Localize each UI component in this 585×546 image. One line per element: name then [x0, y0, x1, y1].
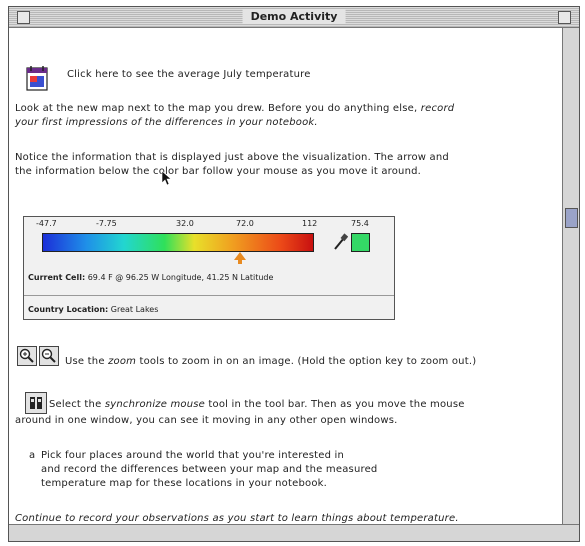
- color-legend-panel[interactable]: -47.7 -7.75 32.0 72.0 112 75.4 Current C…: [23, 216, 395, 320]
- sync-emphasis: synchronize mouse: [104, 399, 206, 410]
- activity-content: Click here to see the average July tempe…: [9, 28, 561, 524]
- tick-label: 112: [302, 219, 318, 228]
- current-cell-row: Current Cell: 69.4 F @ 96.25 W Longitude…: [28, 273, 273, 282]
- sync-mouse-button[interactable]: [25, 392, 47, 414]
- zoom-in-icon: [19, 348, 34, 363]
- bullet-line3: temperature map for these locations in y…: [41, 478, 328, 489]
- zoom-text-rest: tools to zoom in on an image. (Hold the …: [139, 356, 477, 367]
- para2-line2: the information below the color bar foll…: [15, 166, 422, 177]
- zoom-out-button[interactable]: [39, 346, 59, 366]
- tick-label: 72.0: [236, 219, 254, 228]
- zoom-text: Use the: [65, 356, 105, 367]
- mouse-pointer-icon: [161, 170, 171, 186]
- activity-window: Demo Activity Click here to see the aver…: [8, 6, 580, 542]
- close-box[interactable]: [17, 11, 30, 24]
- zoom-instructions: Use the zoom tools to zoom in on an imag…: [65, 356, 476, 367]
- country-location-row: Country Location: Great Lakes: [28, 305, 158, 314]
- para1-emphasis: record: [420, 103, 455, 114]
- para2-line1: Notice the information that is displayed…: [15, 152, 449, 163]
- closing-instruction: Continue to record your observations as …: [15, 513, 459, 524]
- current-cell-value: 69.4 F @ 96.25 W Longitude, 41.25 N Lati…: [87, 273, 274, 282]
- value-arrow-stem: [238, 260, 242, 264]
- zoom-out-icon: [41, 348, 56, 363]
- zoom-emphasis: zoom: [108, 356, 137, 367]
- sync-mouse-icon: [30, 397, 42, 409]
- tick-label: 32.0: [176, 219, 194, 228]
- swatch-value: 75.4: [351, 219, 369, 228]
- sync-text: Select the: [49, 399, 102, 410]
- country-location-value: Great Lakes: [110, 305, 159, 314]
- value-arrow-icon: [234, 252, 246, 260]
- zoom-in-button[interactable]: [17, 346, 37, 366]
- sync-line2: around in one window, you can see it mov…: [15, 415, 398, 426]
- bullet-marker: a: [29, 450, 36, 461]
- color-bar[interactable]: [42, 233, 314, 252]
- vertical-scroll-thumb[interactable]: [565, 208, 578, 228]
- tick-label: -47.7: [36, 219, 57, 228]
- title-bar[interactable]: Demo Activity: [9, 7, 579, 28]
- sync-text-rest: tool in the tool bar. Then as you move t…: [208, 399, 465, 410]
- current-cell-label: Current Cell:: [28, 273, 86, 282]
- horizontal-scrollbar[interactable]: [9, 524, 579, 541]
- country-location-label: Country Location:: [28, 305, 109, 314]
- vertical-scrollbar[interactable]: [562, 28, 579, 524]
- eyedropper-icon[interactable]: [332, 233, 348, 251]
- bullet-line2: and record the differences between your …: [41, 464, 378, 475]
- para1-line2: your first impressions of the difference…: [15, 117, 318, 128]
- tick-label: -7.75: [96, 219, 117, 228]
- para1-line1: Look at the new map next to the map you …: [15, 103, 454, 114]
- july-temperature-link[interactable]: Click here to see the average July tempe…: [67, 69, 311, 80]
- sync-line1: Select the synchronize mouse tool in the…: [49, 399, 465, 410]
- july-temperature-icon[interactable]: [25, 64, 49, 92]
- bullet-line1: Pick four places around the world that y…: [41, 450, 345, 461]
- para1-text: Look at the new map next to the map you …: [15, 103, 418, 114]
- color-swatch: [351, 233, 370, 252]
- window-title: Demo Activity: [242, 9, 346, 24]
- legend-divider: [24, 295, 394, 296]
- zoom-box[interactable]: [558, 11, 571, 24]
